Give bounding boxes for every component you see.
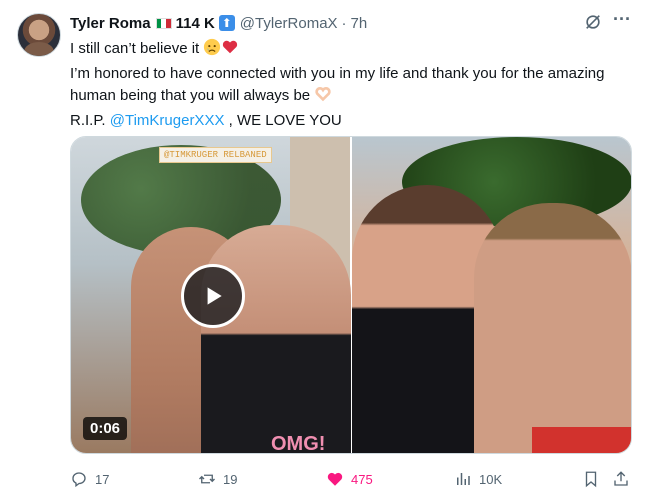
play-button[interactable]	[181, 264, 245, 328]
author-name[interactable]: Tyler Roma	[70, 15, 151, 32]
timestamp[interactable]: 7h	[351, 15, 368, 32]
share-button[interactable]	[612, 468, 637, 490]
photo-red-shorts	[532, 427, 631, 453]
more-icon[interactable]: ···	[611, 10, 633, 31]
tweet-line-2-text: I’m honored to have connected with you i…	[70, 65, 605, 104]
video-thumbnail[interactable]: @TIMKRUGER RELBANED OMG! 0:06	[71, 137, 351, 454]
media-grid: @TIMKRUGER RELBANED OMG! 0:06	[70, 136, 632, 454]
video-person-right	[201, 225, 351, 453]
italy-flag-icon	[155, 17, 172, 29]
up-arrow-icon: ⬆	[218, 15, 235, 31]
rip-text: R.I.P.	[70, 112, 106, 129]
avatar[interactable]	[17, 13, 61, 57]
repost-button[interactable]: 19	[198, 468, 237, 490]
tweet-line-1-text: I still can’t believe it	[70, 40, 200, 57]
photo-person-right	[474, 203, 631, 453]
author-handle[interactable]: @TylerRomaX	[240, 15, 338, 32]
views-icon	[457, 473, 470, 485]
tweet-line-2: I’m honored to have connected with you i…	[70, 63, 630, 110]
repost-icon	[199, 474, 215, 484]
bookmark-icon	[585, 471, 597, 488]
separator-dot: ·	[341, 14, 347, 32]
video-overlay-label: @TIMKRUGER RELBANED	[159, 147, 272, 163]
tweet[interactable]: Tyler Roma 114 K ⬆ @TylerRomaX · 7h ··· …	[0, 0, 650, 503]
view-count: 10K	[479, 471, 503, 487]
video-duration: 0:06	[83, 417, 128, 440]
tweet-line-3-suffix: , WE LOVE YOU	[228, 112, 342, 129]
reply-count: 17	[95, 471, 110, 487]
like-icon	[327, 472, 343, 486]
action-bar: 17 19 475 10K	[70, 468, 640, 490]
share-icon	[614, 471, 628, 486]
tweet-line-3: R.I.P. @TimKrugerXXX , WE LOVE YOU	[70, 110, 630, 132]
reply-icon	[72, 472, 86, 488]
follower-count: 114 K	[175, 14, 215, 32]
bookmark-button[interactable]	[582, 468, 607, 490]
tweet-text: I still can’t believe it I’m honored to …	[70, 38, 630, 132]
heart-hands-icon	[314, 85, 332, 110]
repost-count: 19	[223, 471, 238, 487]
play-icon	[207, 287, 222, 305]
shirt-text: OMG!	[271, 433, 326, 454]
grok-icon[interactable]	[584, 13, 602, 31]
tweet-line-1: I still can’t believe it	[70, 38, 630, 63]
views-button[interactable]: 10K	[454, 468, 502, 490]
tweet-header: Tyler Roma 114 K ⬆ @TylerRomaX · 7h	[70, 12, 367, 34]
red-heart-icon	[221, 38, 239, 63]
like-count: 475	[351, 471, 373, 487]
sad-face-icon	[203, 38, 221, 63]
like-button[interactable]: 475	[326, 468, 373, 490]
reply-button[interactable]: 17	[70, 468, 109, 490]
photo-thumbnail[interactable]	[352, 137, 631, 453]
mention-link[interactable]: @TimKrugerXXX	[110, 112, 225, 129]
